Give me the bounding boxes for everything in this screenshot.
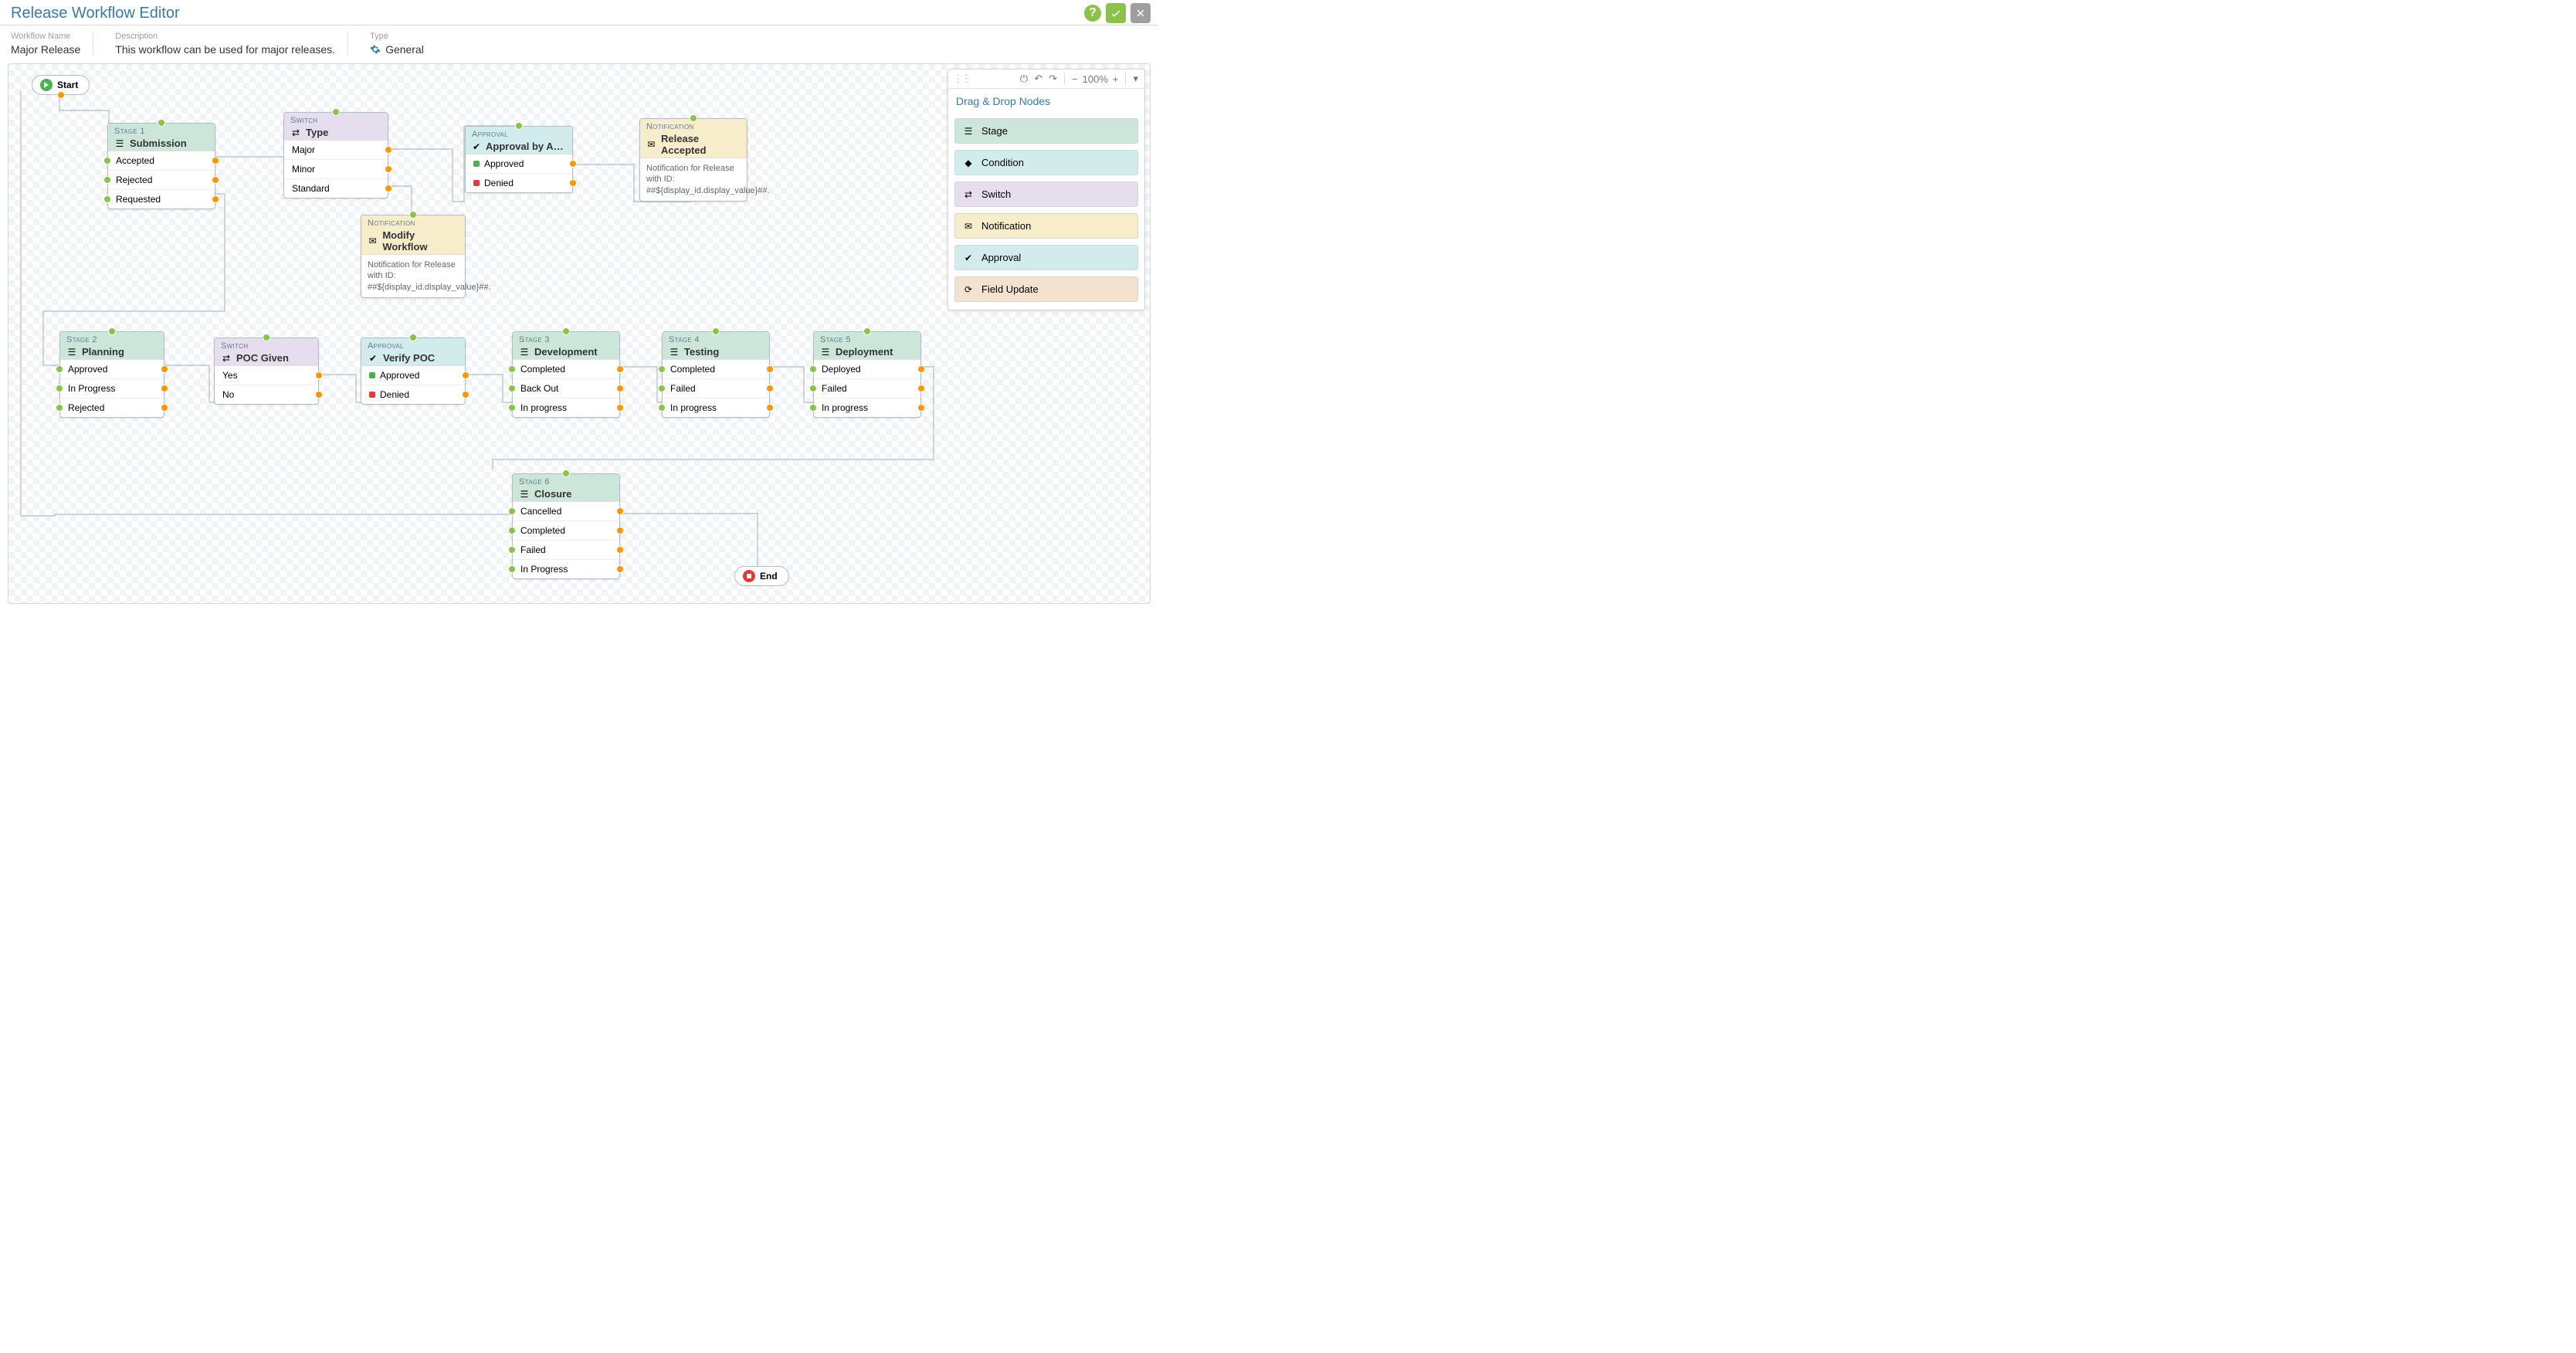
- stop-icon: [743, 570, 755, 582]
- node-stage-testing[interactable]: Stage 4 ☰Testing Completed Failed In pro…: [662, 331, 770, 418]
- node-switch-type[interactable]: Switch ⇄Type Major Minor Standard: [283, 112, 388, 198]
- stack-icon: ☰: [519, 347, 530, 358]
- power-icon[interactable]: ⏻: [1019, 73, 1029, 85]
- node-switch-poc[interactable]: Switch ⇄POC Given Yes No: [214, 337, 319, 405]
- node-stage-planning[interactable]: Stage 2 ☰Planning Approved In Progress R…: [59, 331, 164, 418]
- palette-item-condition[interactable]: ◆Condition: [954, 150, 1138, 175]
- node-end[interactable]: End: [734, 566, 789, 586]
- mail-icon: ✉: [368, 236, 378, 246]
- palette-item-approval[interactable]: ✔Approval: [954, 245, 1138, 270]
- zoom-level: 100%: [1083, 73, 1108, 85]
- port-in[interactable]: [863, 327, 871, 335]
- play-icon: [40, 79, 53, 91]
- node-notification-accepted[interactable]: Notification ✉Release Accepted Notificat…: [639, 118, 747, 202]
- port-in[interactable]: [712, 327, 720, 335]
- undo-icon[interactable]: ↶: [1032, 73, 1044, 85]
- stack-icon: ☰: [519, 489, 530, 500]
- check-circle-icon: ✔: [963, 253, 974, 263]
- meta-desc-label: Description: [115, 32, 335, 41]
- port-in[interactable]: [332, 108, 340, 116]
- save-button[interactable]: [1106, 3, 1126, 23]
- palette-title: Drag & Drop Nodes: [948, 89, 1144, 114]
- meta-name-value: Major Release: [11, 43, 80, 56]
- workflow-meta: Workflow Name Major Release Description …: [0, 25, 1158, 59]
- switch-icon: ⇄: [963, 189, 974, 200]
- switch-icon: ⇄: [221, 353, 232, 364]
- palette-toolbar: ⋮⋮ ⏻ ↶ ↷ − 100% + ▾: [948, 70, 1144, 89]
- zoom-out-icon[interactable]: −: [1070, 73, 1080, 85]
- node-approval-poc[interactable]: Approval ✔Verify POC Approved Denied: [361, 337, 466, 405]
- redo-icon[interactable]: ↷: [1047, 73, 1059, 85]
- port-in[interactable]: [562, 327, 570, 335]
- node-stage-deployment[interactable]: Stage 5 ☰Deployment Deployed Failed In p…: [813, 331, 921, 418]
- drag-handle-icon[interactable]: ⋮⋮: [953, 73, 970, 85]
- palette-item-stage[interactable]: ☰Stage: [954, 118, 1138, 144]
- meta-desc-value: This workflow can be used for major rele…: [115, 43, 335, 56]
- port-in[interactable]: [409, 211, 417, 219]
- port-in[interactable]: [409, 334, 417, 341]
- node-stage-closure[interactable]: Stage 6 ☰Closure Cancelled Completed Fai…: [512, 473, 620, 579]
- node-stage-submission[interactable]: Stage 1 ☰Submission Accepted Rejected Re…: [107, 123, 215, 209]
- mail-icon: ✉: [963, 221, 974, 232]
- check-circle-icon: ✔: [368, 353, 378, 364]
- port-in[interactable]: [263, 334, 270, 341]
- page-title: Release Workflow Editor: [11, 5, 180, 22]
- node-notification-modify[interactable]: Notification ✉Modify Workflow Notificati…: [361, 215, 466, 298]
- meta-type-label: Type: [370, 32, 424, 41]
- meta-name-label: Workflow Name: [11, 32, 80, 41]
- check-circle-icon: ✔: [472, 141, 481, 152]
- top-actions: ?: [1084, 3, 1151, 23]
- palette-item-field-update[interactable]: ⟳Field Update: [954, 276, 1138, 302]
- port-in[interactable]: [515, 122, 523, 130]
- palette-panel[interactable]: ⋮⋮ ⏻ ↶ ↷ − 100% + ▾ Drag & Drop Nodes ☰S…: [947, 69, 1145, 310]
- gear-icon: [370, 44, 381, 55]
- zoom-in-icon[interactable]: +: [1111, 73, 1120, 85]
- port-in[interactable]: [158, 119, 165, 127]
- help-button[interactable]: ?: [1084, 5, 1101, 22]
- status-dot-red: [473, 180, 480, 186]
- diamond-icon: ◆: [963, 158, 974, 168]
- status-dot-green: [473, 161, 480, 167]
- switch-icon: ⇄: [290, 127, 301, 138]
- stack-icon: ☰: [820, 347, 831, 358]
- port-out[interactable]: [57, 91, 65, 99]
- close-button[interactable]: [1130, 3, 1151, 23]
- palette-item-notification[interactable]: ✉Notification: [954, 213, 1138, 239]
- port-in[interactable]: [108, 327, 116, 335]
- stack-icon: ☰: [66, 347, 77, 358]
- collapse-icon[interactable]: ▾: [1131, 73, 1140, 85]
- workflow-canvas[interactable]: Start Stage 1 ☰Submission Accepted Rejec…: [8, 63, 1151, 604]
- port-in[interactable]: [562, 470, 570, 477]
- node-start[interactable]: Start: [32, 75, 90, 95]
- node-stage-development[interactable]: Stage 3 ☰Development Completed Back Out …: [512, 331, 620, 418]
- port-in[interactable]: [690, 114, 697, 122]
- node-approval-application[interactable]: Approval ✔Approval by Appli... Approved …: [465, 126, 573, 193]
- stack-icon: ☰: [963, 126, 974, 137]
- mail-icon: ✉: [646, 139, 656, 150]
- stack-icon: ☰: [669, 347, 680, 358]
- palette-list: ☰Stage ◆Condition ⇄Switch ✉Notification …: [948, 114, 1144, 310]
- palette-item-switch[interactable]: ⇄Switch: [954, 181, 1138, 207]
- top-bar: Release Workflow Editor ?: [0, 0, 1158, 25]
- refresh-icon: ⟳: [963, 284, 974, 295]
- stack-icon: ☰: [114, 138, 125, 149]
- meta-type-value: General: [370, 43, 424, 56]
